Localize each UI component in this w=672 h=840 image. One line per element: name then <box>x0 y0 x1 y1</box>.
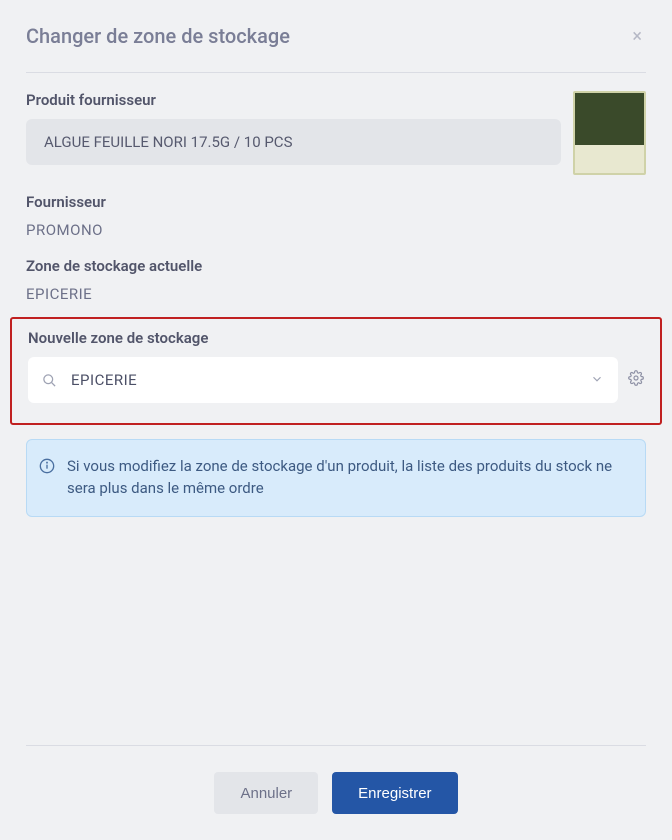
current-zone-value: EPICERIE <box>26 285 646 303</box>
product-label: Produit fournisseur <box>26 91 561 109</box>
info-text: Si vous modifiez la zone de stockage d'u… <box>67 456 629 500</box>
close-icon[interactable]: × <box>628 26 646 47</box>
select-row: EPICERIE <box>28 357 644 403</box>
modal-footer: Annuler Enregistrer <box>26 745 646 814</box>
info-alert: Si vous modifiez la zone de stockage d'u… <box>26 439 646 517</box>
zone-select-value: EPICERIE <box>71 371 590 389</box>
modal-title: Changer de zone de stockage <box>26 24 290 48</box>
save-button[interactable]: Enregistrer <box>332 772 457 814</box>
cancel-button[interactable]: Annuler <box>214 772 318 814</box>
modal-container: Changer de zone de stockage × Produit fo… <box>0 0 672 840</box>
info-icon <box>39 458 55 478</box>
product-thumbnail <box>573 91 646 175</box>
product-value: ALGUE FEUILLE NORI 17.5G / 10 PCS <box>26 119 561 165</box>
chevron-down-icon <box>590 371 604 390</box>
zone-select[interactable]: EPICERIE <box>28 357 618 403</box>
current-zone-row: Zone de stockage actuelle EPICERIE <box>26 239 646 303</box>
search-icon <box>42 373 57 388</box>
supplier-label: Fournisseur <box>26 193 646 211</box>
current-zone-label: Zone de stockage actuelle <box>26 257 646 275</box>
gear-icon[interactable] <box>628 370 644 390</box>
spacer <box>26 517 646 746</box>
new-zone-label: Nouvelle zone de stockage <box>28 329 644 347</box>
supplier-row: Fournisseur PROMONO <box>26 175 646 239</box>
supplier-value: PROMONO <box>26 221 646 239</box>
highlight-box: Nouvelle zone de stockage EPICERIE <box>10 317 662 425</box>
product-left: Produit fournisseur ALGUE FEUILLE NORI 1… <box>26 91 561 165</box>
product-row: Produit fournisseur ALGUE FEUILLE NORI 1… <box>26 73 646 175</box>
modal-header: Changer de zone de stockage × <box>26 0 646 73</box>
